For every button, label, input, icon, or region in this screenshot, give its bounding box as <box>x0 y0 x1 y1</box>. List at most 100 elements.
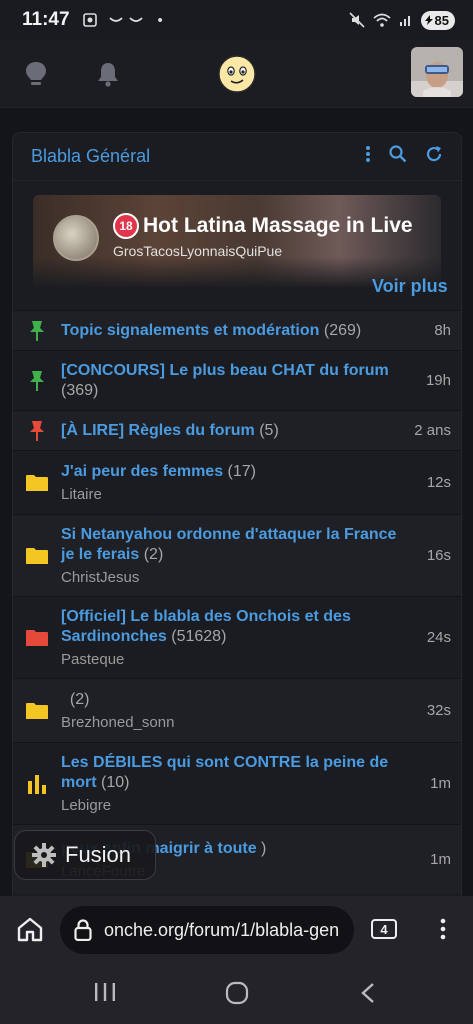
fusion-button[interactable]: Fusion <box>14 830 156 880</box>
topic-reply-count: (10) <box>96 774 130 791</box>
adult-content-icon: 18 <box>113 213 139 239</box>
topic-reply-count: (369) <box>61 381 99 399</box>
back-chevron-icon <box>361 983 374 1003</box>
topic-time: 24s <box>426 629 451 646</box>
pin-icon <box>13 370 61 392</box>
fusion-label: Fusion <box>65 842 132 867</box>
more-options-button[interactable] <box>365 145 371 168</box>
search-icon <box>389 145 407 163</box>
topic-reply-count: (17) <box>223 463 257 480</box>
kebab-menu-icon <box>366 146 370 162</box>
smile-icon <box>108 17 143 22</box>
streamer-name: GrosTacosLyonnaisQuiPue <box>113 243 283 259</box>
home-icon <box>17 917 43 942</box>
topic-author[interactable]: Pasteque <box>61 651 397 668</box>
topic-title-text: Si Netanyahou ordonne d'attaquer la Fran… <box>61 526 397 563</box>
topic-row[interactable]: Les DÉBILES qui sont CONTRE la peine de … <box>13 742 461 824</box>
streamer-avatar <box>53 215 99 261</box>
notification-icons: • <box>82 12 163 29</box>
refresh-icon <box>426 146 442 162</box>
folder-icon <box>13 629 61 647</box>
topic-row[interactable]: (2) Brezhoned_sonn 32s <box>13 678 461 742</box>
poll-icon <box>13 773 61 795</box>
topic-body: Topic signalements et modération (269) <box>61 313 397 349</box>
tab-switcher-button[interactable]: 4 <box>371 919 397 939</box>
smiley-logo-icon <box>218 55 256 93</box>
search-button[interactable] <box>389 145 407 168</box>
topic-reply-count: (51628) <box>166 628 227 645</box>
lightbulb-button[interactable] <box>20 58 52 90</box>
user-avatar[interactable] <box>411 47 463 97</box>
home-nav-button[interactable] <box>225 981 249 1010</box>
wifi-icon <box>372 13 391 27</box>
browser-toolbar: onche.org/forum/1/blabla-gen 4 <box>0 896 473 964</box>
topic-author[interactable]: Brezhoned_sonn <box>61 714 397 731</box>
topic-row[interactable]: [Officiel] Le blabla des Onchois et des … <box>13 596 461 678</box>
topic-list: Topic signalements et modération (269) 8h… <box>13 310 461 894</box>
notifications-button[interactable] <box>92 58 124 90</box>
topic-time: 12s <box>426 474 451 491</box>
topic-title[interactable]: Si Netanyahou ordonne d'attaquer la Fran… <box>61 525 397 565</box>
topic-row[interactable]: [À LIRE] Règles du forum (5) 2 ans <box>13 410 461 450</box>
screenshot-icon <box>82 13 97 27</box>
topic-reply-count: ) <box>256 840 267 857</box>
live-stream-banner[interactable]: 18 Hot Latina Massage in Live GrosTacosL… <box>33 195 441 287</box>
topic-time: 8h <box>434 322 451 339</box>
topic-title[interactable]: J'ai peur des femmes (17) <box>61 462 397 482</box>
topic-author[interactable]: Lebigre <box>61 797 397 814</box>
topic-title[interactable]: Les DÉBILES qui sont CONTRE la peine de … <box>61 753 397 793</box>
forum-actions <box>365 145 443 168</box>
home-circle-icon <box>225 981 249 1005</box>
topic-title-text: J'ai peur des femmes <box>61 463 224 480</box>
home-logo-button[interactable] <box>216 53 258 95</box>
topic-author[interactable]: Litaire <box>61 486 397 503</box>
topic-title[interactable]: Topic signalements et modération (269) <box>61 321 397 341</box>
gear-icon <box>32 843 56 867</box>
mute-icon <box>348 12 365 28</box>
topic-title[interactable]: [CONCOURS] Le plus beau CHAT du forum (3… <box>61 361 397 401</box>
kebab-menu-icon <box>440 918 446 940</box>
system-icons: 85 <box>348 10 455 30</box>
topic-title[interactable]: (2) <box>61 690 397 710</box>
topic-row[interactable]: Topic signalements et modération (269) 8h <box>13 310 461 350</box>
topic-time: 19h <box>425 372 451 389</box>
charging-icon <box>424 15 433 25</box>
live-title: 18 Hot Latina Massage in Live <box>113 213 413 239</box>
topic-row[interactable]: J'ai peur des femmes (17) Litaire 12s <box>13 450 461 514</box>
topic-row[interactable]: [CONCOURS] Le plus beau CHAT du forum (3… <box>13 350 461 410</box>
avatar-image <box>411 47 463 97</box>
back-button[interactable] <box>360 982 376 1009</box>
topic-title[interactable]: [À LIRE] Règles du forum (5) <box>61 421 397 441</box>
refresh-button[interactable] <box>425 145 443 168</box>
signal-icon <box>399 16 410 26</box>
browser-home-button[interactable] <box>16 916 44 947</box>
topic-time: 2 ans <box>414 422 451 439</box>
recent-apps-button[interactable] <box>94 982 116 1007</box>
topic-time: 1m <box>430 851 451 868</box>
battery-indicator: 85 <box>420 10 455 30</box>
topic-time: 16s <box>426 547 451 564</box>
pin-icon <box>13 420 61 442</box>
topic-body: [Officiel] Le blabla des Onchois et des … <box>61 599 397 676</box>
topic-title[interactable]: [Officiel] Le blabla des Onchois et des … <box>61 607 397 647</box>
topic-body: J'ai peur des femmes (17) Litaire <box>61 454 397 511</box>
browser-menu-button[interactable] <box>440 918 446 945</box>
lock-icon <box>74 919 92 941</box>
topic-reply-count: (269) <box>319 321 362 339</box>
topic-author[interactable]: ChristJesus <box>61 569 397 586</box>
folder-icon <box>13 474 61 492</box>
topic-body: (2) Brezhoned_sonn <box>61 682 397 739</box>
topic-reply-count: (5) <box>254 421 279 439</box>
battery-level: 85 <box>434 12 449 28</box>
see-more-link[interactable]: Voir plus <box>372 276 448 297</box>
live-title-text: Hot Latina Massage in Live <box>143 214 413 237</box>
topic-body: Si Netanyahou ordonne d'attaquer la Fran… <box>61 517 397 594</box>
address-bar[interactable]: onche.org/forum/1/blabla-gen <box>60 906 354 954</box>
forum-title[interactable]: Blabla Général <box>31 146 150 167</box>
topic-body: Les DÉBILES qui sont CONTRE la peine de … <box>61 745 397 822</box>
topic-title-text: [À LIRE] Règles du forum <box>61 421 255 439</box>
topic-row[interactable]: Si Netanyahou ordonne d'attaquer la Fran… <box>13 514 461 596</box>
site-header <box>0 40 473 108</box>
topic-title-text: [CONCOURS] Le plus beau CHAT du forum <box>61 361 389 379</box>
topic-time: 32s <box>426 702 451 719</box>
